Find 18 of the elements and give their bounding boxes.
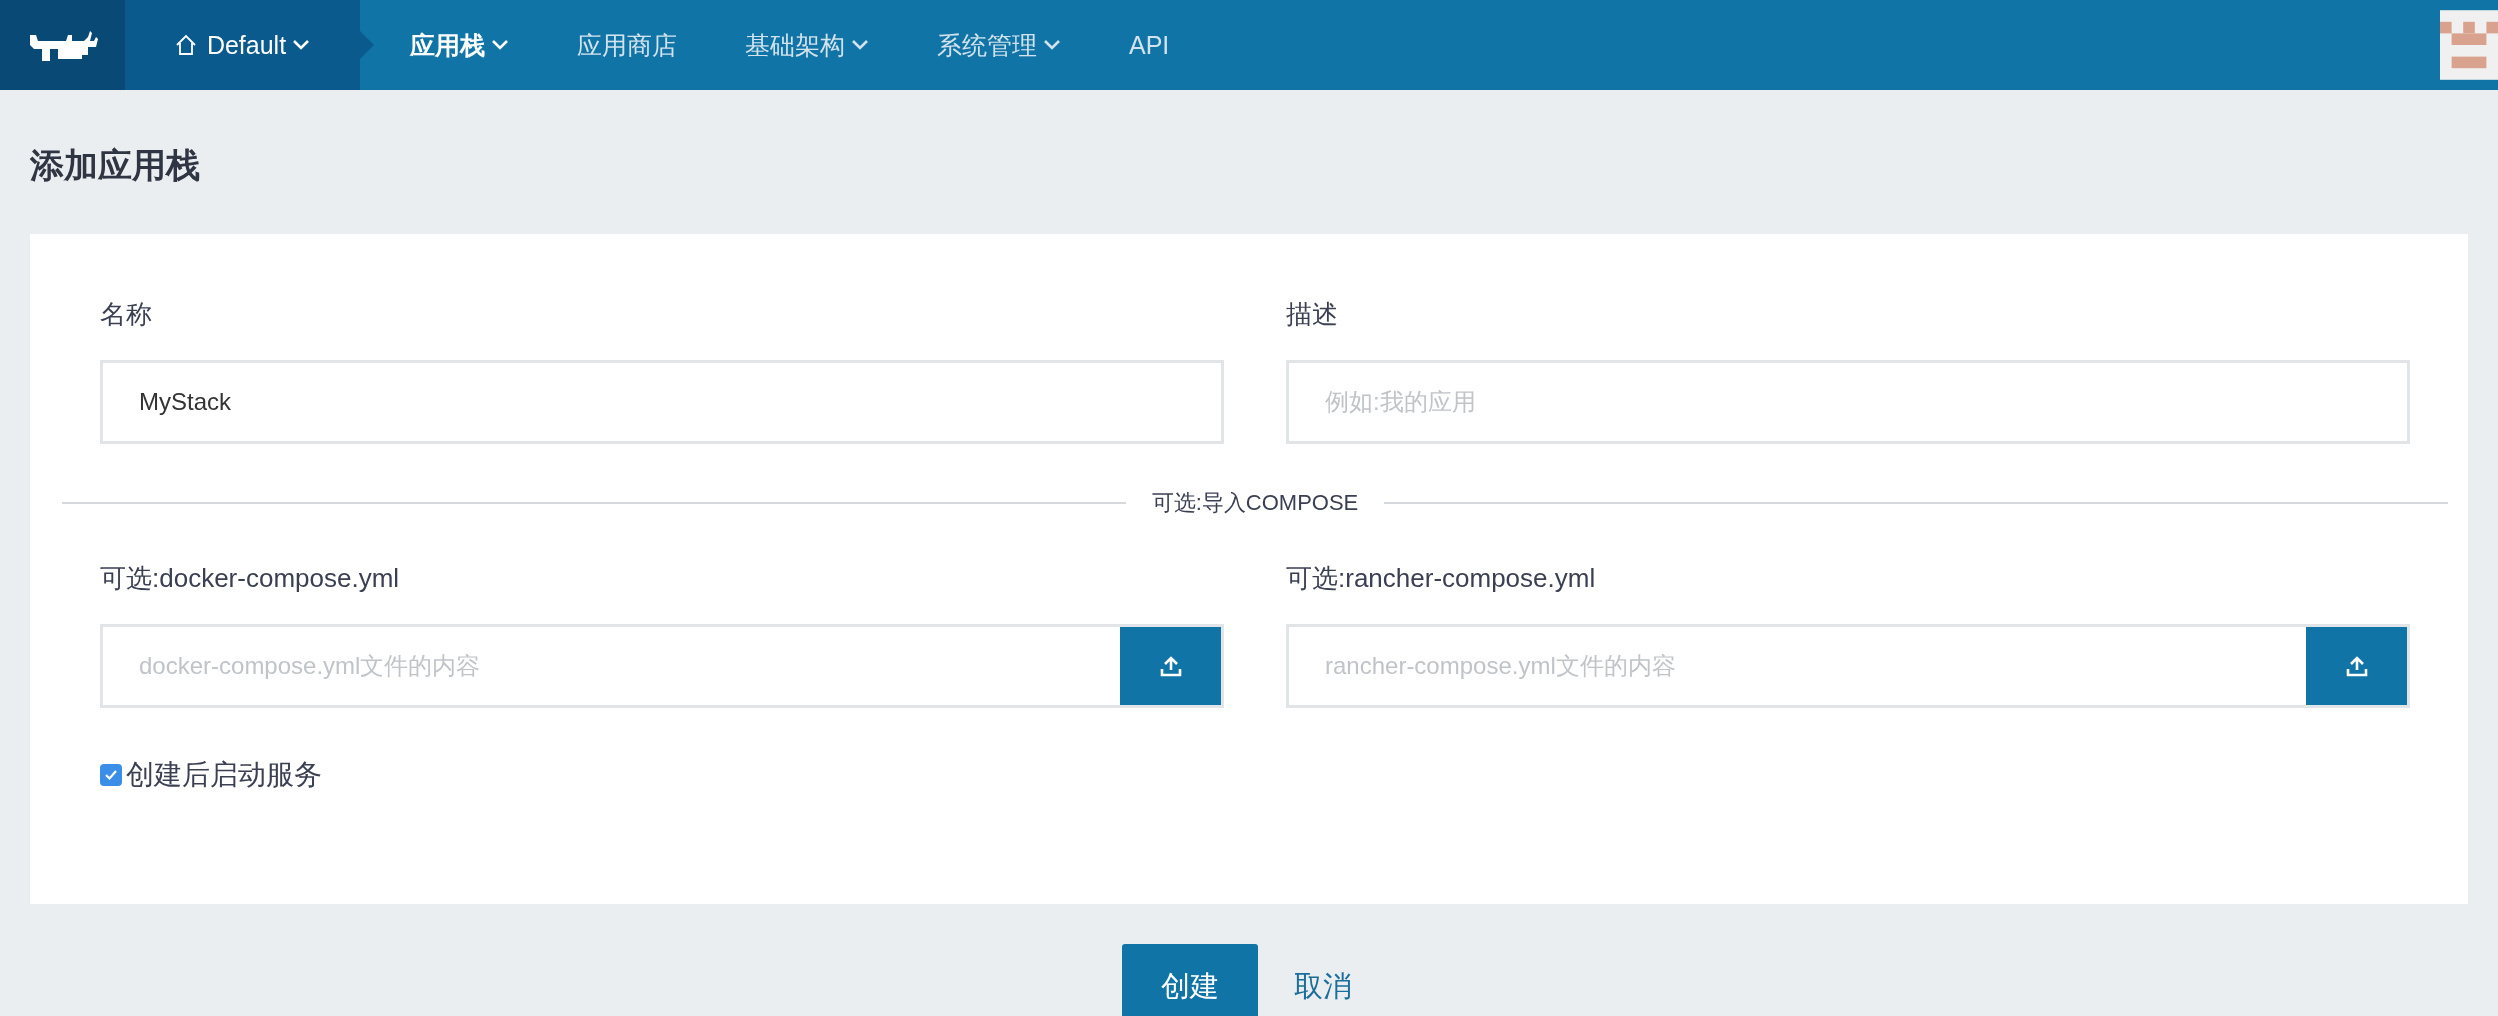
cancel-link[interactable]: 取消	[1270, 944, 1376, 1016]
page-title: 添加应用栈	[29, 145, 201, 186]
checkbox[interactable]	[100, 764, 122, 786]
nav-tab[interactable]: 系统管理	[903, 0, 1095, 90]
checkbox-label: 创建后启动服务	[126, 758, 322, 792]
create-button[interactable]: 创建	[1122, 944, 1258, 1016]
field-label: 名称	[100, 298, 153, 330]
description-input[interactable]: 例如:我的应用	[1286, 360, 2410, 444]
home-icon	[174, 34, 197, 56]
nav-tab[interactable]: 基础架构	[711, 0, 903, 90]
nav-tab[interactable]: 应用商店	[543, 0, 711, 90]
field-label: 可选:rancher-compose.yml	[1286, 562, 1597, 594]
nav-tab[interactable]: 应用栈	[376, 0, 543, 90]
field-label: 描述	[1286, 298, 1339, 330]
field-label: 可选:docker-compose.yml	[100, 562, 401, 594]
nav-tab[interactable]: API	[1095, 0, 1204, 90]
section-divider-label: 可选:导入COMPOSE	[1151, 489, 1359, 517]
name-input[interactable]: MyStack	[100, 360, 1224, 444]
